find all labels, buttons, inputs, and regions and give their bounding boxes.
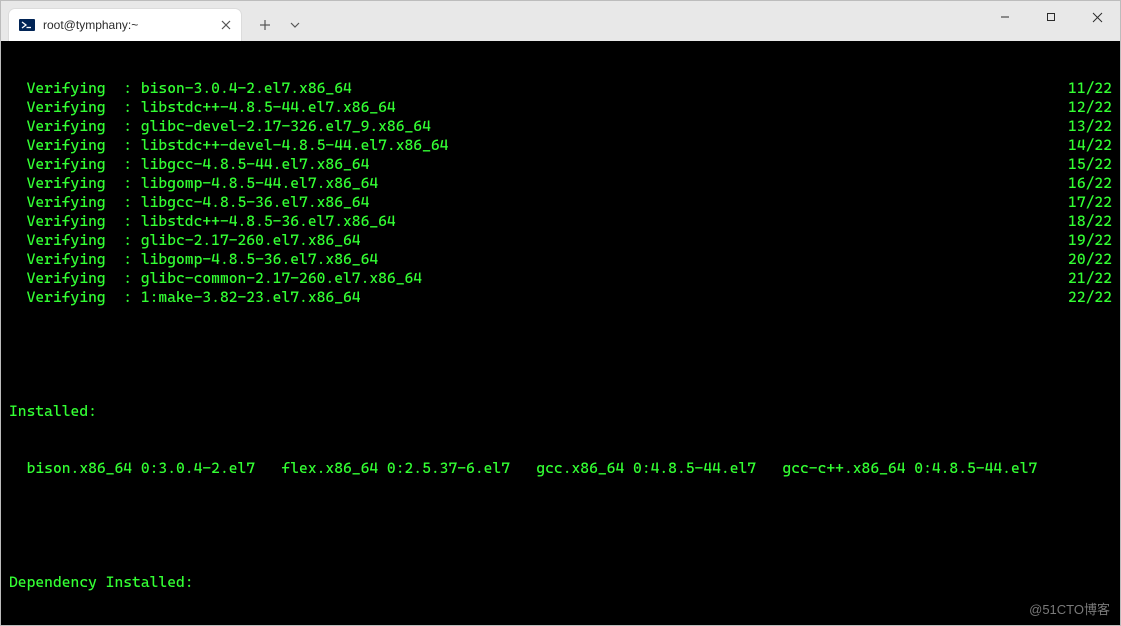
verify-text: Verifying : libstdc++-4.8.5-44.el7.x86_6…	[9, 98, 396, 117]
verify-line: Verifying : glibc-devel-2.17-326.el7_9.x…	[9, 117, 1112, 136]
verify-lines: Verifying : bison-3.0.4-2.el7.x86_64 11/2…	[9, 79, 1112, 307]
verify-index: 13/22	[1068, 117, 1112, 136]
verify-line: Verifying : libstdc++-4.8.5-44.el7.x86_6…	[9, 98, 1112, 117]
verify-text: Verifying : libstdc++-devel-4.8.5-44.el7…	[9, 136, 448, 155]
powershell-icon	[19, 17, 35, 33]
tabs-region: root@tymphany:~	[1, 1, 307, 41]
verify-text: Verifying : bison-3.0.4-2.el7.x86_64	[9, 79, 352, 98]
verify-index: 19/22	[1068, 231, 1112, 250]
tab-active[interactable]: root@tymphany:~	[9, 9, 241, 41]
verify-text: Verifying : libgcc-4.8.5-36.el7.x86_64	[9, 193, 369, 212]
new-tab-button[interactable]	[251, 11, 279, 39]
verify-line: Verifying : glibc-common-2.17-260.el7.x8…	[9, 269, 1112, 288]
verify-text: Verifying : libgcc-4.8.5-44.el7.x86_64	[9, 155, 369, 174]
tab-close-button[interactable]	[217, 16, 235, 34]
verify-line: Verifying : libstdc++-4.8.5-36.el7.x86_6…	[9, 212, 1112, 231]
installed-header: Installed:	[9, 402, 1112, 421]
maximize-button[interactable]	[1028, 1, 1074, 33]
tab-dropdown-button[interactable]	[283, 11, 307, 39]
verify-index: 11/22	[1068, 79, 1112, 98]
verify-line: Verifying : libgcc-4.8.5-44.el7.x86_64 15…	[9, 155, 1112, 174]
verify-index: 17/22	[1068, 193, 1112, 212]
verify-line: Verifying : libgomp-4.8.5-36.el7.x86_64 2…	[9, 250, 1112, 269]
window-controls	[982, 1, 1120, 33]
verify-index: 14/22	[1068, 136, 1112, 155]
blank-line	[9, 345, 1112, 364]
titlebar: root@tymphany:~	[1, 1, 1120, 41]
verify-index: 12/22	[1068, 98, 1112, 117]
close-button[interactable]	[1074, 1, 1120, 33]
verify-text: Verifying : libgomp-4.8.5-44.el7.x86_64	[9, 174, 378, 193]
verify-text: Verifying : glibc-common-2.17-260.el7.x8…	[9, 269, 422, 288]
verify-text: Verifying : glibc-2.17-260.el7.x86_64	[9, 231, 361, 250]
terminal-pane[interactable]: Verifying : bison-3.0.4-2.el7.x86_64 11/2…	[1, 41, 1120, 625]
verify-text: Verifying : glibc-devel-2.17-326.el7_9.x…	[9, 117, 431, 136]
verify-index: 20/22	[1068, 250, 1112, 269]
verify-line: Verifying : bison-3.0.4-2.el7.x86_64 11/2…	[9, 79, 1112, 98]
verify-text: Verifying : libgomp-4.8.5-36.el7.x86_64	[9, 250, 378, 269]
verify-index: 22/22	[1068, 288, 1112, 307]
verify-line: Verifying : libstdc++-devel-4.8.5-44.el7…	[9, 136, 1112, 155]
watermark-text: @51CTO博客	[1029, 600, 1110, 619]
verify-text: Verifying : libstdc++-4.8.5-36.el7.x86_6…	[9, 212, 396, 231]
verify-index: 15/22	[1068, 155, 1112, 174]
verify-line: Verifying : glibc-2.17-260.el7.x86_64 19/…	[9, 231, 1112, 250]
app-window: root@tymphany:~ Verif	[0, 0, 1121, 626]
tab-title: root@tymphany:~	[43, 18, 209, 32]
verify-text: Verifying : 1:make-3.82-23.el7.x86_64	[9, 288, 361, 307]
verify-line: Verifying : libgcc-4.8.5-36.el7.x86_64 17…	[9, 193, 1112, 212]
verify-line: Verifying : 1:make-3.82-23.el7.x86_64 22/…	[9, 288, 1112, 307]
verify-index: 21/22	[1068, 269, 1112, 288]
verify-index: 16/22	[1068, 174, 1112, 193]
verify-line: Verifying : libgomp-4.8.5-44.el7.x86_64 1…	[9, 174, 1112, 193]
verify-index: 18/22	[1068, 212, 1112, 231]
minimize-button[interactable]	[982, 1, 1028, 33]
blank-line	[9, 516, 1112, 535]
installed-packages: bison.x86_64 0:3.0.4-2.el7 flex.x86_64 0…	[9, 459, 1112, 478]
dep-installed-header: Dependency Installed:	[9, 573, 1112, 592]
